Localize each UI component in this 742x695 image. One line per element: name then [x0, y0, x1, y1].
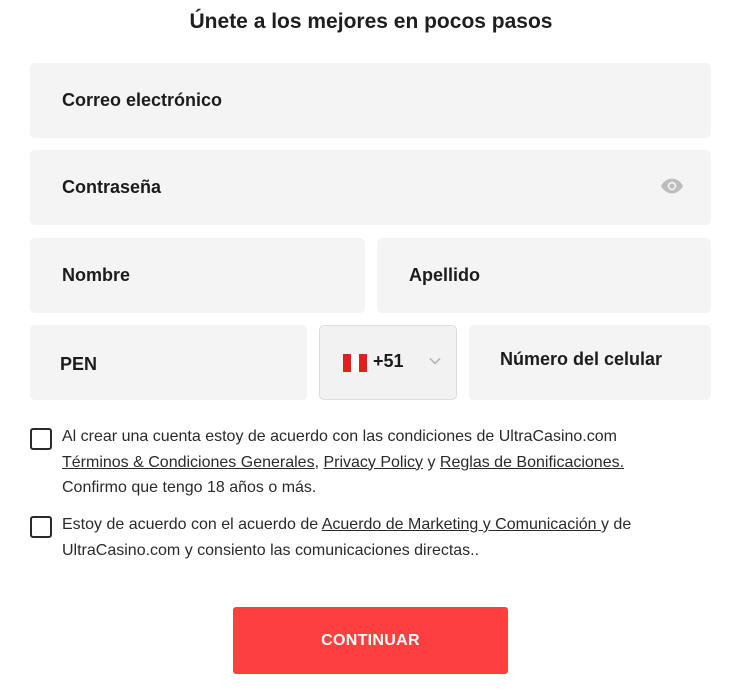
general-terms-link[interactable]: Términos & Condiciones Generales	[62, 454, 315, 471]
marketing-consent-text: Estoy de acuerdo con el acuerdo de Acuer…	[62, 512, 702, 563]
terms-separator: y	[423, 453, 440, 471]
last-name-field[interactable]: Apellido	[377, 238, 711, 313]
continue-button[interactable]: CONTINUAR	[233, 607, 508, 674]
email-field-placeholder: Correo electrónico	[62, 90, 223, 110]
currency-select[interactable]: PEN	[30, 325, 307, 400]
marketing-text-mid: y de	[600, 516, 632, 533]
page-title: Únete a los mejores en pocos pasos	[189, 10, 553, 33]
password-field[interactable]: Contraseña	[30, 150, 711, 225]
currency-value: PEN	[60, 354, 98, 374]
peru-flag-icon	[343, 354, 367, 372]
phone-number-placeholder: Número del celular	[500, 349, 663, 369]
phone-number-field[interactable]: Número del celular	[469, 325, 711, 400]
marketing-text-end: UltraCasino.com y consiento las comunica…	[62, 541, 480, 559]
phone-country-code: +51	[373, 351, 404, 371]
privacy-policy-link[interactable]: Privacy Policy	[323, 454, 423, 471]
marketing-checkbox[interactable]	[30, 516, 52, 538]
first-name-field[interactable]: Nombre	[30, 238, 365, 313]
chevron-down-icon	[429, 357, 441, 365]
first-name-placeholder: Nombre	[62, 265, 131, 285]
email-field[interactable]: Correo electrónico	[30, 63, 711, 138]
age-confirmation-text: Confirmo que tengo 18 años o más.	[62, 479, 317, 496]
phone-country-code-select[interactable]: +51	[319, 325, 457, 400]
terms-checkbox[interactable]	[30, 428, 52, 450]
marketing-agreement-link[interactable]: Acuerdo de Marketing y Comunicación	[322, 516, 601, 533]
last-name-placeholder: Apellido	[409, 265, 480, 285]
eye-icon[interactable]	[660, 177, 684, 195]
password-field-placeholder: Contraseña	[62, 177, 162, 197]
marketing-text-start: Estoy de acuerdo con el acuerdo de	[62, 516, 322, 533]
bonus-rules-link[interactable]: Reglas de Bonificaciones.	[440, 454, 624, 471]
terms-text-line-1: Al crear una cuenta estoy de acuerdo con…	[62, 428, 617, 445]
terms-consent-text: Al crear una cuenta estoy de acuerdo con…	[62, 424, 702, 501]
